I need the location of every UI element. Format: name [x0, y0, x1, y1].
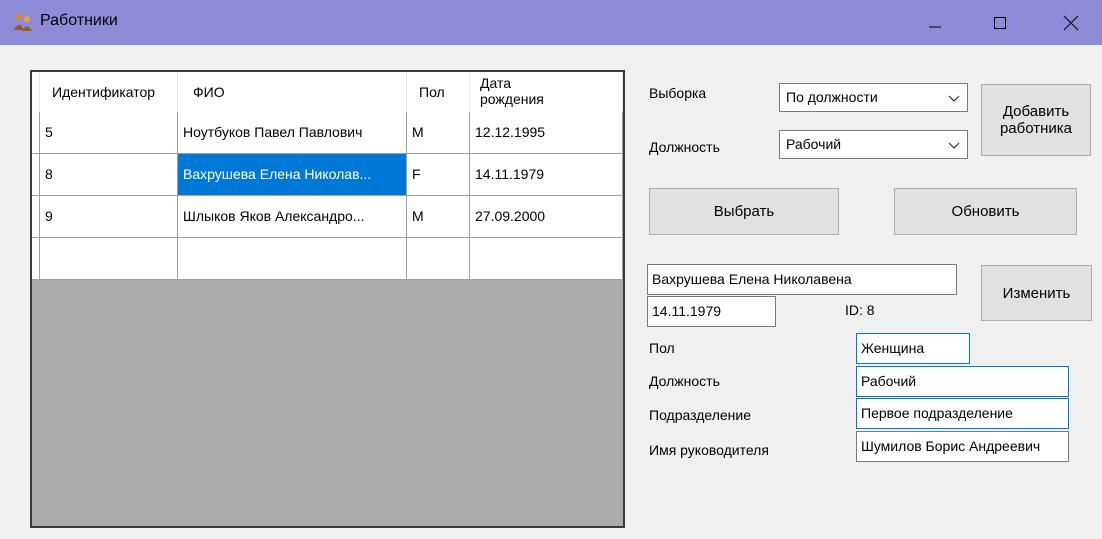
cell-birth-date[interactable]: 12.12.1995 [470, 112, 623, 154]
department-label: Подразделение [649, 407, 752, 423]
cell-gender[interactable]: F [407, 154, 470, 196]
cell-name-selected[interactable]: Вахрушева Елена Николав... [178, 154, 407, 196]
manager-label: Имя руководителя [649, 442, 769, 458]
selection-combobox-value: По должности [786, 89, 878, 105]
close-button[interactable] [1042, 0, 1100, 45]
chevron-down-icon [948, 95, 960, 102]
app-icon [14, 13, 32, 31]
row-header[interactable] [32, 196, 40, 238]
birth-date-field[interactable]: 14.11.1979 [647, 296, 776, 327]
edit-button[interactable]: Изменить [981, 265, 1092, 321]
position-combobox[interactable]: Рабочий [779, 130, 968, 159]
maximize-button[interactable] [971, 0, 1029, 45]
position-filter-label: Должность [649, 139, 720, 155]
column-header-name[interactable]: ФИО [178, 72, 407, 112]
column-header-id[interactable]: Идентификатор [40, 72, 178, 112]
gender-label: Пол [649, 340, 675, 356]
minimize-icon [929, 26, 941, 27]
maximize-icon [994, 16, 1006, 29]
cell-birth-date[interactable]: 14.11.1979 [470, 154, 623, 196]
add-employee-button[interactable]: Добавить работника [981, 84, 1091, 156]
employee-id-label: ID: 8 [845, 302, 875, 318]
table-row[interactable]: 9 Шлыков Яков Александро... M 27.09.2000 [32, 196, 623, 238]
position-combobox-value: Рабочий [786, 136, 842, 152]
column-header-birth-date-line1: Дата [480, 75, 512, 91]
select-button[interactable]: Выбрать [649, 188, 839, 235]
column-header-birth-date-line2: рождения [480, 91, 544, 107]
column-header-name-label: ФИО [193, 84, 225, 100]
full-name-field[interactable]: Вахрушева Елена Николавена [647, 264, 957, 295]
column-header-gender[interactable]: Пол [407, 72, 470, 112]
cell-id[interactable]: 5 [40, 112, 178, 154]
cell-id-empty[interactable] [40, 238, 178, 280]
title-bar: Работники [0, 0, 1102, 45]
new-row[interactable] [32, 238, 623, 280]
column-header-id-label: Идентификатор [52, 84, 156, 100]
column-header-gender-label: Пол [419, 84, 445, 100]
minimize-button[interactable] [906, 0, 964, 45]
table-row[interactable]: 8 Вахрушева Елена Николав... F 14.11.197… [32, 154, 623, 196]
cell-name[interactable]: Шлыков Яков Александро... [178, 196, 407, 238]
cell-gender[interactable]: M [407, 112, 470, 154]
grid-corner-header [32, 72, 40, 112]
row-header[interactable] [32, 112, 40, 154]
table-row[interactable]: 5 Ноутбуков Павел Павлович M 12.12.1995 [32, 112, 623, 154]
cell-birth-date[interactable]: 27.09.2000 [470, 196, 623, 238]
cell-birth-date-empty[interactable] [470, 238, 623, 280]
manager-field[interactable]: Шумилов Борис Андреевич [856, 431, 1069, 462]
close-icon [1063, 15, 1079, 30]
cell-name-empty[interactable] [178, 238, 407, 280]
column-header-birth-date[interactable]: Дата рождения [470, 72, 623, 112]
position-field[interactable]: Рабочий [856, 366, 1069, 397]
department-field[interactable]: Первое подразделение [856, 398, 1069, 429]
add-employee-button-line2: работника [999, 120, 1073, 137]
chevron-down-icon [948, 142, 960, 149]
position-label: Должность [649, 373, 720, 389]
cell-id[interactable]: 9 [40, 196, 178, 238]
add-employee-button-line1: Добавить [1002, 103, 1070, 120]
selection-combobox[interactable]: По должности [779, 83, 968, 112]
row-header[interactable] [32, 154, 40, 196]
selection-label: Выборка [649, 85, 707, 101]
cell-gender[interactable]: M [407, 196, 470, 238]
cell-name[interactable]: Ноутбуков Павел Павлович [178, 112, 407, 154]
row-header[interactable] [32, 238, 40, 280]
cell-id[interactable]: 8 [40, 154, 178, 196]
refresh-button[interactable]: Обновить [894, 188, 1077, 235]
gender-field[interactable]: Женщина [856, 333, 970, 364]
employees-grid[interactable]: Идентификатор ФИО Пол Дата рождения 5 Но… [30, 70, 625, 528]
cell-gender-empty[interactable] [407, 238, 470, 280]
window-title: Работники [40, 12, 118, 29]
